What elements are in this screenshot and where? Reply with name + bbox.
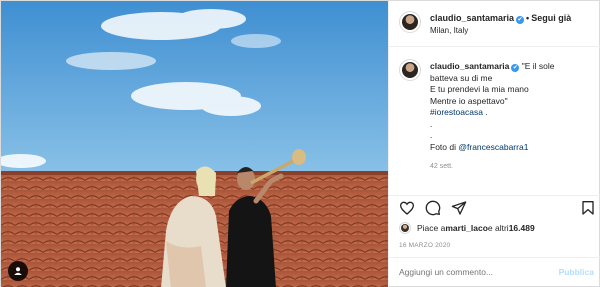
post-location[interactable]: Milan, Italy bbox=[430, 26, 468, 35]
post-header: claudio_santamaria ✔ • Segui già Milan, Ita… bbox=[389, 1, 600, 47]
likes-middle: e altri bbox=[487, 223, 509, 233]
liker-avatar[interactable] bbox=[399, 222, 411, 234]
rooftop-trumpet-photo bbox=[1, 1, 388, 287]
caption-line: . bbox=[430, 118, 433, 129]
action-bar bbox=[389, 195, 600, 219]
comment-icon[interactable] bbox=[425, 200, 441, 216]
caption-author-avatar[interactable] bbox=[399, 59, 421, 81]
author-username[interactable]: claudio_santamaria bbox=[430, 13, 514, 23]
publish-button[interactable]: Pubblica bbox=[559, 267, 594, 277]
caption-trailing-dot: . bbox=[482, 107, 488, 117]
comments-area: claudio_santamaria ✔ "E il sole batteva s… bbox=[389, 47, 600, 195]
post-side-panel: claudio_santamaria ✔ • Segui già Milan, Ita… bbox=[388, 1, 600, 287]
likes-prefix: Piace a bbox=[417, 223, 446, 233]
share-icon[interactable] bbox=[451, 200, 467, 216]
author-avatar[interactable] bbox=[399, 11, 421, 33]
likes-count[interactable]: 16.489 bbox=[509, 223, 535, 233]
likes-summary: Piace a marti_laco e altri 16.489 bbox=[399, 221, 535, 235]
heart-icon[interactable] bbox=[399, 200, 415, 216]
instagram-post: claudio_santamaria ✔ • Segui già Milan, Ita… bbox=[0, 0, 600, 287]
verified-badge-icon: ✔ bbox=[511, 64, 520, 72]
bookmark-icon[interactable] bbox=[580, 200, 596, 216]
tagged-people-button[interactable] bbox=[8, 261, 28, 281]
verified-badge-icon: ✔ bbox=[516, 16, 525, 24]
caption-time-ago: 42 sett. bbox=[430, 163, 453, 170]
caption-line: . bbox=[430, 130, 433, 140]
following-button[interactable]: Segui già bbox=[531, 13, 571, 23]
hashtag-link[interactable]: #iorestoacasa bbox=[430, 107, 483, 117]
add-comment-bar: Pubblica bbox=[389, 257, 600, 287]
caption-line: E tu prendevi la mia mano bbox=[430, 84, 529, 94]
comment-input[interactable] bbox=[399, 267, 539, 277]
mention-link[interactable]: @francescabarra1 bbox=[458, 142, 528, 152]
header-line: claudio_santamaria ✔ • Segui già bbox=[430, 13, 571, 24]
separator-dot: • bbox=[526, 13, 530, 23]
caption-line: Mentre io aspettavo" bbox=[430, 95, 508, 106]
caption-line: batteva su di me bbox=[430, 72, 493, 83]
user-icon bbox=[14, 267, 22, 275]
post-photo[interactable] bbox=[1, 1, 388, 287]
liker-username[interactable]: marti_laco bbox=[445, 223, 488, 233]
photo-credit-label: Foto di bbox=[430, 141, 456, 152]
post-date[interactable]: 16 MARZO 2020 bbox=[399, 242, 450, 249]
caption-line: "E il sole bbox=[521, 61, 555, 71]
post-caption: claudio_santamaria ✔ "E il sole batteva s… bbox=[430, 61, 595, 153]
caption-author-username[interactable]: claudio_santamaria bbox=[430, 61, 509, 71]
